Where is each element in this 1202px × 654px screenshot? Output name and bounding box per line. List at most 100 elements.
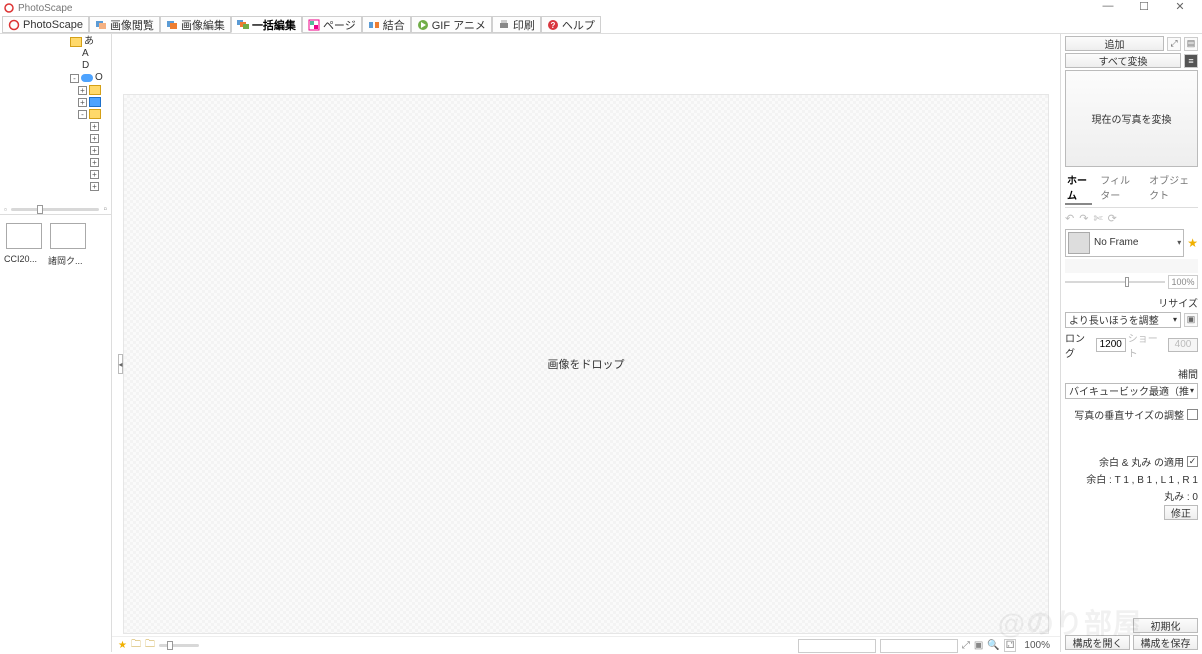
titlebar: PhotoScape — ☐ ✕: [0, 0, 1202, 16]
frame-select[interactable]: No Frame ▾: [1065, 229, 1184, 257]
image-canvas[interactable]: ◂ 画像をドロップ: [123, 94, 1049, 634]
tree-expander-icon[interactable]: +: [90, 122, 99, 131]
opacity-slider[interactable]: [1065, 281, 1165, 283]
tree-item[interactable]: +: [0, 144, 111, 156]
tree-expander-icon[interactable]: +: [90, 134, 99, 143]
opacity-value[interactable]: 100%: [1168, 275, 1198, 289]
window-minimize-button[interactable]: —: [1090, 0, 1126, 16]
tab-editor[interactable]: 画像編集: [160, 16, 231, 33]
expand-icon[interactable]: ⤢: [1167, 37, 1181, 51]
tab-page[interactable]: ページ: [302, 16, 362, 33]
tree-expander-icon[interactable]: -: [70, 74, 79, 83]
round-values: 丸み : 0: [1065, 488, 1198, 503]
redo-icon[interactable]: ↷: [1079, 212, 1088, 225]
save-config-button[interactable]: 構成を保存: [1133, 635, 1198, 650]
status-field-2[interactable]: [880, 639, 958, 653]
vertical-adjust-checkbox[interactable]: [1187, 409, 1198, 420]
chevron-down-icon: ▾: [1177, 238, 1181, 247]
tree-item[interactable]: +: [0, 132, 111, 144]
tree-item[interactable]: +: [0, 84, 111, 96]
crop-icon[interactable]: ✄: [1093, 212, 1102, 225]
folder-icon[interactable]: 🗀: [131, 637, 141, 654]
resize-options-icon[interactable]: ▣: [1184, 313, 1198, 327]
tree-expander-icon[interactable]: +: [90, 158, 99, 167]
long-label: ロング: [1065, 330, 1094, 360]
reset-button[interactable]: 初期化: [1133, 618, 1198, 633]
short-input: [1168, 338, 1198, 352]
tree-expander-icon[interactable]: -: [78, 110, 87, 119]
tree-item[interactable]: +: [0, 180, 111, 192]
tree-expander-icon[interactable]: +: [78, 86, 87, 95]
folder-icon[interactable]: 🗀: [145, 637, 155, 654]
zoom-dropdown-icon[interactable]: ⚁: [1004, 639, 1017, 652]
tree-expander-icon[interactable]: +: [90, 146, 99, 155]
tree-item[interactable]: +: [0, 168, 111, 180]
convert-all-button[interactable]: すべて変換: [1065, 53, 1181, 68]
actual-size-icon[interactable]: ▣: [974, 640, 983, 651]
tree-item[interactable]: あ: [0, 36, 111, 48]
tree-item[interactable]: A: [0, 48, 111, 60]
tree-expander-icon[interactable]: +: [90, 170, 99, 179]
interpolation-select[interactable]: バイキュービック最適（推 ▾: [1065, 383, 1198, 399]
margin-apply-checkbox[interactable]: ✓: [1187, 456, 1198, 467]
fit-screen-icon[interactable]: ⤢: [962, 640, 970, 651]
subtab-home[interactable]: ホーム: [1065, 171, 1092, 205]
tab-label: ヘルプ: [562, 17, 595, 33]
open-config-button[interactable]: 構成を開く: [1065, 635, 1130, 650]
tree-expander-icon[interactable]: +: [90, 182, 99, 191]
tab-photoscape[interactable]: PhotoScape: [2, 16, 89, 33]
tree-item[interactable]: -O: [0, 72, 111, 84]
tab-gif[interactable]: GIF アニメ: [411, 16, 492, 33]
folder-tree[interactable]: あAD-O++-++++++: [0, 34, 111, 204]
tab-print[interactable]: 印刷: [492, 16, 541, 33]
chevron-down-icon: ▾: [1173, 315, 1177, 324]
thumbnail-item[interactable]: 諸岡ク...: [48, 221, 88, 267]
undo-icon[interactable]: ↶: [1065, 212, 1074, 225]
add-button[interactable]: 追加: [1065, 36, 1164, 51]
frame-sub-field[interactable]: [1065, 259, 1198, 273]
tree-item[interactable]: +: [0, 120, 111, 132]
star-icon[interactable]: ★: [118, 640, 127, 651]
chevron-down-icon: ▾: [1190, 386, 1194, 395]
convert-current-button[interactable]: 現在の写真を変換: [1065, 70, 1198, 167]
grid-icon[interactable]: ▤: [1184, 37, 1198, 51]
bottom-slider[interactable]: [159, 644, 199, 647]
tree-item[interactable]: D: [0, 60, 111, 72]
subtab-object[interactable]: オブジェクト: [1147, 171, 1198, 205]
zoom-value[interactable]: 100%: [1020, 640, 1054, 651]
subtab-filter[interactable]: フィルター: [1098, 171, 1141, 205]
tab-label: 印刷: [513, 17, 535, 33]
size-small-icon: ▫: [4, 205, 7, 214]
modify-button[interactable]: 修正: [1164, 505, 1198, 520]
tree-item[interactable]: +: [0, 156, 111, 168]
tab-batch-editor[interactable]: 一括編集: [231, 16, 302, 33]
status-field-1[interactable]: [798, 639, 876, 653]
printer-icon: [498, 19, 510, 31]
margin-values: 余白 : T 1 , B 1 , L 1 , R 1: [1065, 471, 1198, 486]
list-icon[interactable]: ≡: [1184, 54, 1198, 68]
tree-item[interactable]: -: [0, 108, 111, 120]
tab-help[interactable]: ?ヘルプ: [541, 16, 601, 33]
left-panel: あAD-O++-++++++ ▫ ▫ CCI20...諸岡ク...: [0, 34, 112, 652]
long-input[interactable]: [1096, 338, 1126, 352]
frame-preview-icon: [1068, 232, 1090, 254]
window-maximize-button[interactable]: ☐: [1126, 0, 1162, 16]
thumbnail-list: CCI20...諸岡ク...: [0, 214, 111, 652]
rotate-icon[interactable]: ⟳: [1108, 212, 1117, 225]
resize-mode-select[interactable]: より長いほうを調整 ▾: [1065, 312, 1181, 328]
thumbnail-item[interactable]: CCI20...: [4, 221, 44, 264]
tab-viewer[interactable]: 画像閲覧: [89, 16, 160, 33]
thumbnail-image: [50, 223, 86, 249]
tab-combine[interactable]: 結合: [362, 16, 411, 33]
folder-icon: [89, 109, 101, 119]
thumbnail-size-slider[interactable]: [11, 208, 100, 211]
interpolation-label: バイキュービック最適（推: [1069, 383, 1189, 398]
short-label: ショート: [1128, 330, 1166, 360]
zoom-icon[interactable]: 🔍: [987, 640, 999, 651]
tree-item[interactable]: +: [0, 96, 111, 108]
window-close-button[interactable]: ✕: [1162, 0, 1198, 16]
drop-hint-text: 画像をドロップ: [548, 356, 625, 372]
tree-expander-icon[interactable]: +: [78, 98, 87, 107]
favorite-star-icon[interactable]: ★: [1187, 236, 1198, 250]
panel-collapse-handle[interactable]: ◂: [118, 354, 123, 374]
